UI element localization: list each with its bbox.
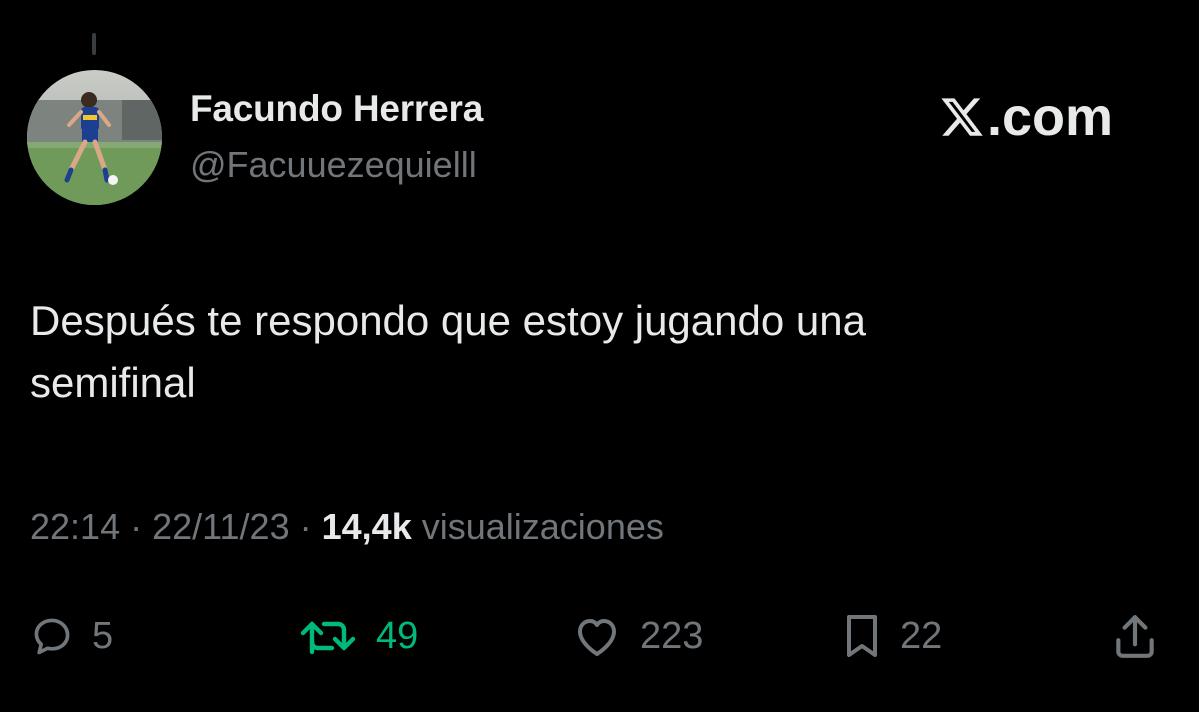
like-button[interactable]: 223 bbox=[572, 606, 703, 666]
brand-watermark: .com bbox=[939, 86, 1113, 148]
tweet-text: Después te respondo que estoy jugando un… bbox=[30, 290, 1150, 414]
meta-separator: · bbox=[299, 506, 312, 547]
reply-button[interactable]: 5 bbox=[30, 606, 113, 666]
author-handle[interactable]: @Facuuezequielll bbox=[190, 144, 477, 186]
author-display-name[interactable]: Facundo Herrera bbox=[190, 88, 483, 130]
avatar[interactable] bbox=[27, 70, 162, 205]
x-logo-icon bbox=[941, 98, 983, 136]
brand-text: .com bbox=[986, 87, 1113, 147]
top-divider-mark bbox=[92, 33, 96, 55]
views-count[interactable]: 14,4k bbox=[322, 506, 412, 547]
share-icon bbox=[1116, 615, 1154, 658]
tweet-time[interactable]: 22:14 bbox=[30, 506, 120, 547]
views-label: visualizaciones bbox=[421, 506, 664, 547]
bookmark-button[interactable]: 22 bbox=[842, 606, 942, 666]
reply-icon bbox=[34, 618, 70, 655]
action-bar: 5 49 223 22 bbox=[0, 606, 1199, 666]
tweet-meta: 22:14 · 22/11/23 · 14,4k visualizaciones bbox=[30, 506, 664, 548]
bookmark-icon bbox=[847, 615, 877, 657]
tweet-text-line: semifinal bbox=[30, 359, 196, 406]
bookmark-count: 22 bbox=[900, 614, 943, 657]
tweet-text-line: Después te respondo que estoy jugando un… bbox=[30, 297, 866, 344]
reply-count: 5 bbox=[92, 614, 114, 657]
tweet-date[interactable]: 22/11/23 bbox=[152, 506, 289, 547]
avatar-image bbox=[27, 70, 162, 205]
share-button[interactable] bbox=[1112, 606, 1158, 666]
retweet-icon bbox=[300, 621, 356, 655]
meta-separator: · bbox=[130, 506, 143, 547]
like-count: 223 bbox=[640, 614, 704, 657]
retweet-button[interactable]: 49 bbox=[298, 606, 418, 666]
heart-icon bbox=[578, 619, 616, 656]
retweet-count: 49 bbox=[376, 614, 419, 657]
